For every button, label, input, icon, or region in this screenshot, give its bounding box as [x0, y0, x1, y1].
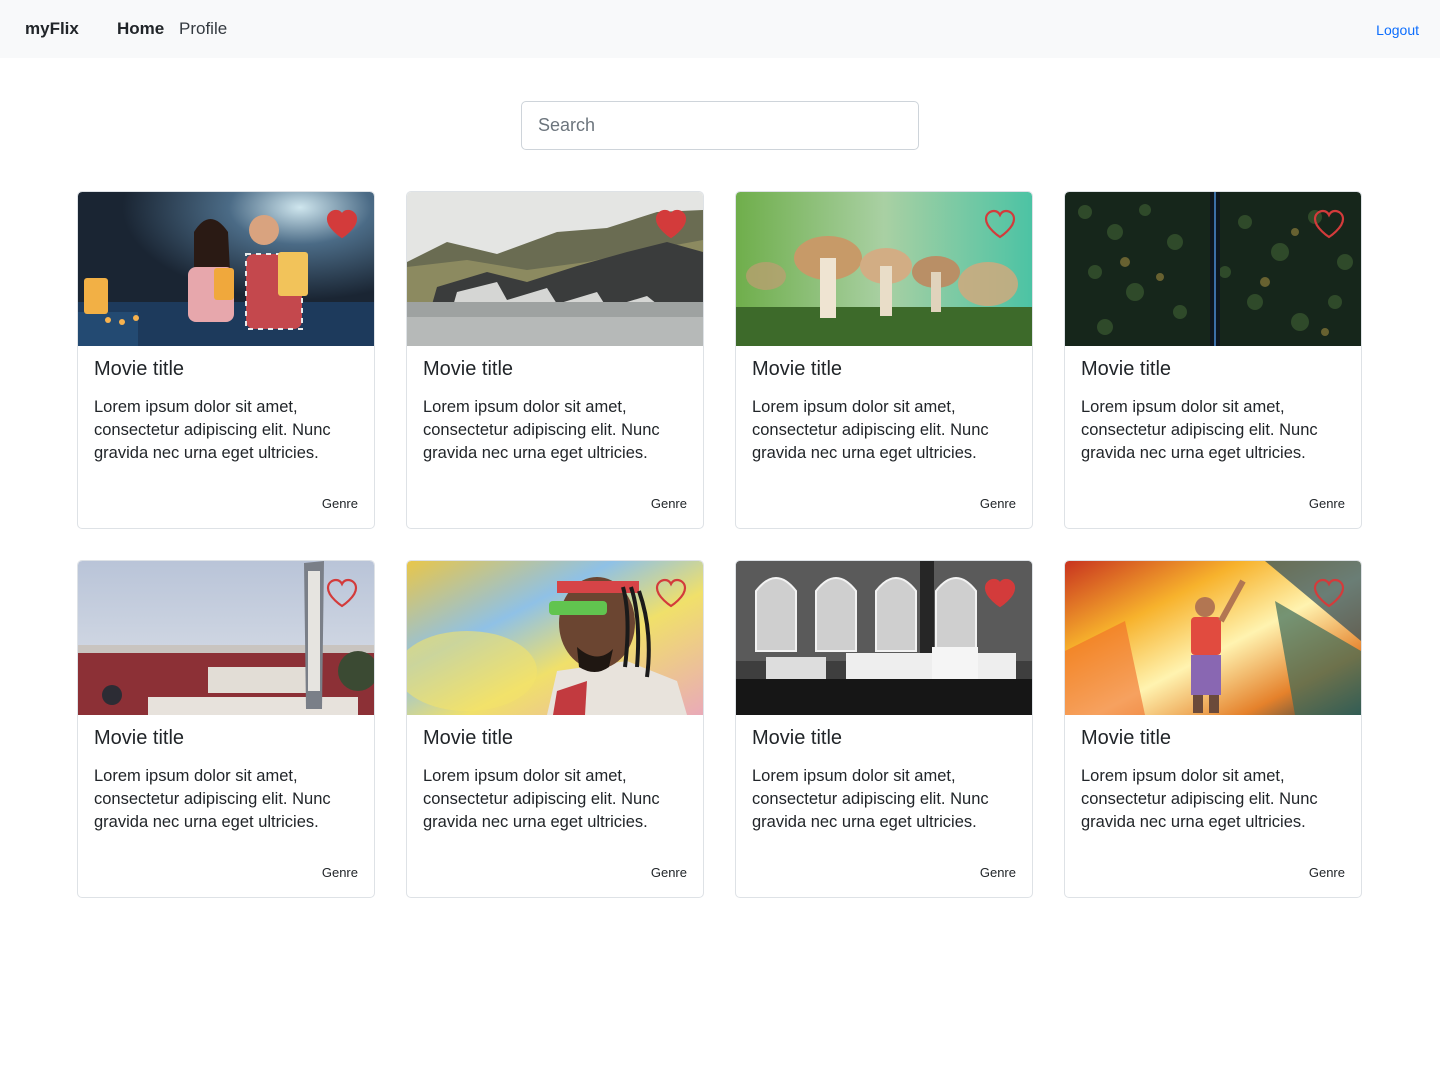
heart-icon[interactable]	[325, 577, 359, 609]
heart-icon[interactable]	[983, 577, 1017, 609]
movie-title: Movie title	[423, 727, 514, 749]
movie-card[interactable]: Movie title Lorem ipsum dolor sit amet, …	[77, 560, 375, 898]
movie-genre: Genre	[979, 865, 1016, 880]
movie-genre: Genre	[650, 865, 687, 880]
movie-description: Lorem ipsum dolor sit amet, consectetur …	[423, 767, 660, 831]
movie-description: Lorem ipsum dolor sit amet, consectetur …	[1081, 767, 1318, 831]
movie-genre: Genre	[321, 496, 358, 511]
nav-link-home[interactable]: Home	[117, 19, 164, 39]
movie-card[interactable]: Movie title Lorem ipsum dolor sit amet, …	[1064, 560, 1362, 898]
logout-link[interactable]: Logout	[1376, 22, 1419, 38]
movie-card[interactable]: Movie title Lorem ipsum dolor sit amet, …	[77, 191, 375, 529]
movie-genre: Genre	[321, 865, 358, 880]
movie-description: Lorem ipsum dolor sit amet, consectetur …	[423, 398, 660, 462]
brand-logo[interactable]: myFlix	[25, 19, 79, 39]
movie-description: Lorem ipsum dolor sit amet, consectetur …	[752, 398, 989, 462]
movie-card[interactable]: Movie title Lorem ipsum dolor sit amet, …	[735, 191, 1033, 529]
movie-title: Movie title	[94, 358, 185, 380]
movie-genre: Genre	[1308, 496, 1345, 511]
movie-description: Lorem ipsum dolor sit amet, consectetur …	[1081, 398, 1318, 462]
heart-icon[interactable]	[654, 208, 688, 240]
movie-title: Movie title	[752, 727, 843, 749]
heart-icon[interactable]	[325, 208, 359, 240]
heart-icon[interactable]	[654, 577, 688, 609]
heart-icon[interactable]	[983, 208, 1017, 240]
search-input[interactable]	[521, 101, 919, 150]
movie-card[interactable]: Movie title Lorem ipsum dolor sit amet, …	[406, 191, 704, 529]
heart-icon[interactable]	[1312, 577, 1346, 609]
movie-genre: Genre	[979, 496, 1016, 511]
movie-description: Lorem ipsum dolor sit amet, consectetur …	[752, 767, 989, 831]
movie-description: Lorem ipsum dolor sit amet, consectetur …	[94, 398, 331, 462]
movie-genre: Genre	[1308, 865, 1345, 880]
movie-card[interactable]: Movie title Lorem ipsum dolor sit amet, …	[1064, 191, 1362, 529]
movie-title: Movie title	[1081, 358, 1172, 380]
movie-description: Lorem ipsum dolor sit amet, consectetur …	[94, 767, 331, 831]
nav-link-profile[interactable]: Profile	[179, 19, 227, 39]
movie-card[interactable]: Movie title Lorem ipsum dolor sit amet, …	[735, 560, 1033, 898]
movie-title: Movie title	[752, 358, 843, 380]
heart-icon[interactable]	[1312, 208, 1346, 240]
movie-title: Movie title	[1081, 727, 1172, 749]
movie-title: Movie title	[423, 358, 514, 380]
movie-card[interactable]: Movie title Lorem ipsum dolor sit amet, …	[406, 560, 704, 898]
movie-title: Movie title	[94, 727, 185, 749]
movie-genre: Genre	[650, 496, 687, 511]
navbar: myFlix Home Profile Logout	[0, 0, 1440, 58]
